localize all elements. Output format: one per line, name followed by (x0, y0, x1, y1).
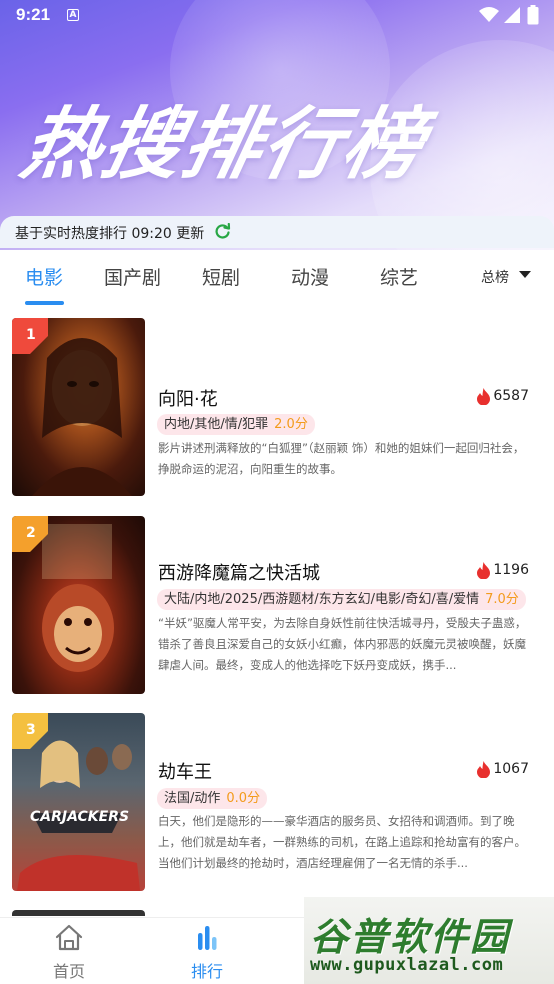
heat-value: 1067 (493, 761, 529, 777)
tab-movie[interactable]: 电影 (25, 263, 63, 290)
item-title: 向阳·花 (158, 389, 218, 410)
heat-value: 6587 (493, 388, 529, 404)
item-title: 劫车王 (158, 762, 212, 783)
tab-short-drama[interactable]: 短剧 (202, 263, 240, 290)
tab-domestic-drama[interactable]: 国产剧 (104, 263, 161, 290)
status-bar: 9:21 A (0, 0, 554, 32)
update-info-bar: 基于实时热度排行 09:20 更新 (0, 216, 554, 248)
poster-image: 2 (12, 516, 145, 694)
home-icon (55, 924, 83, 951)
rank-number: 2 (26, 525, 36, 541)
tag-pill: 法国/动作 0.0分 (157, 788, 268, 809)
flame-icon (477, 562, 491, 579)
poster-image: CARJACKERS 3 (12, 713, 145, 891)
watermark-url: www.gupuxlazal.com (310, 955, 504, 975)
nav-home-label: 首页 (52, 962, 85, 981)
score-badge: 7.0分 (485, 592, 519, 607)
flame-icon (477, 388, 491, 405)
item-description: “半妖”驱魔人常平安，为去除自身妖性前往快活城寻丹，受殷夫子蛊惑，错杀了善良且深… (158, 616, 527, 672)
poster-title-text: CARJACKERS (30, 809, 130, 825)
heat-count: 1196 (477, 562, 529, 579)
update-time-text: 基于实时热度排行 09:20 更新 (15, 226, 205, 242)
score-badge: 0.0分 (226, 791, 261, 806)
heat-count: 6587 (477, 388, 529, 405)
nav-ranking-label: 排行 (190, 962, 223, 981)
tab-anime[interactable]: 动漫 (291, 263, 329, 290)
hero-banner: 热搜排行榜 (0, 0, 554, 250)
signal-icon (504, 7, 520, 23)
wifi-icon (479, 7, 499, 22)
status-time: 9:21 (16, 5, 51, 24)
item-description: 白天，他们是隐形的——豪华酒店的服务员、女招待和调酒师。到了晚上，他们就是劫车者… (158, 814, 526, 870)
flame-icon (477, 761, 491, 778)
list-item[interactable]: 1 向阳·花 6587 内地/其他/情/犯罪 2.0分 影片讲述刑满释放的“白狐狸… (0, 306, 554, 496)
poster-image: 1 (12, 318, 145, 496)
rank-number: 1 (26, 327, 36, 343)
watermark-logo: 谷普软件园 www.gupuxlazal.com (304, 897, 554, 984)
battery-icon (527, 5, 539, 25)
item-title: 西游降魔篇之快活城 (158, 563, 320, 584)
hero-title: 热搜排行榜 (13, 100, 434, 190)
item-description: 影片讲述刑满释放的“白狐狸”（赵丽颖 饰）和她的姐妹们一起回归社会，挣脱命运的泥… (158, 441, 525, 476)
active-tab-indicator (25, 301, 64, 305)
genre-tags: 法国/动作 (164, 791, 221, 806)
genre-tags: 大陆/内地/2025/西游题材/东方玄幻/电影/奇幻/喜/爱情 (164, 592, 480, 607)
heat-value: 1196 (493, 562, 529, 578)
refresh-icon[interactable] (214, 223, 231, 240)
tag-pill: 内地/其他/情/犯罪 2.0分 (157, 414, 315, 435)
list-item[interactable]: CARJACKERS 3 劫车王 1067 法国/动作 0.0分 白天，他们是隐形… (0, 701, 554, 891)
tag-pill: 大陆/内地/2025/西游题材/东方玄幻/电影/奇幻/喜/爱情 7.0分 (157, 589, 526, 610)
caret-down-icon (519, 271, 531, 278)
rank-type-dropdown[interactable]: 总榜 (481, 267, 531, 287)
notification-a-icon: A (67, 9, 79, 21)
tab-variety[interactable]: 综艺 (380, 263, 418, 290)
genre-tags: 内地/其他/情/犯罪 (164, 417, 269, 432)
heat-count: 1067 (477, 761, 529, 778)
rank-type-label: 总榜 (481, 270, 509, 286)
bar-chart-icon (198, 926, 217, 950)
list-item[interactable]: 2 西游降魔篇之快活城 1196 大陆/内地/2025/西游题材/东方玄幻/电影… (0, 504, 554, 694)
watermark-title: 谷普软件园 (310, 915, 511, 959)
score-badge: 2.0分 (274, 417, 308, 432)
nav-home[interactable]: 首页 (29, 924, 109, 982)
nav-ranking[interactable]: 排行 (167, 924, 247, 982)
rank-number: 3 (26, 722, 36, 738)
next-poster-peek (12, 910, 145, 916)
category-tabs: 电影 国产剧 短剧 动漫 综艺 总榜 (0, 250, 554, 306)
